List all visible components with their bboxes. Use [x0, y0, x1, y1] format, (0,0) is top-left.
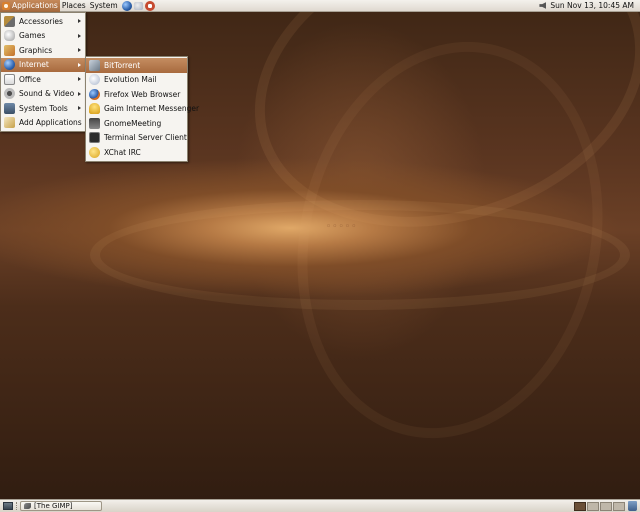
- submenu-arrow-icon: [78, 19, 81, 24]
- menu-item-gaim[interactable]: Gaim Internet Messenger: [86, 102, 199, 117]
- menu-item-accessories[interactable]: Accessories: [1, 14, 85, 29]
- help-icon[interactable]: [144, 0, 155, 11]
- panel-separator: [16, 502, 18, 510]
- firefox-icon: [89, 88, 100, 100]
- menu-item-label: XChat IRC: [104, 147, 141, 157]
- menu-item-sound-video[interactable]: Sound & Video: [1, 87, 85, 102]
- menu-item-system-tools[interactable]: System Tools: [1, 101, 85, 116]
- menu-item-internet[interactable]: Internet: [1, 57, 85, 72]
- menu-item-evolution-mail[interactable]: Evolution Mail: [86, 73, 187, 88]
- gnomemeeting-icon: [89, 117, 100, 129]
- workspace-4[interactable]: [613, 502, 625, 511]
- menu-item-label: Internet: [19, 60, 49, 70]
- notification-area: Sun Nov 13, 10:45 AM: [539, 1, 640, 10]
- submenu-arrow-icon: [78, 62, 81, 67]
- menu-item-label: Firefox Web Browser: [104, 89, 181, 99]
- top-panel: Applications Places System Sun Nov 13, 1…: [0, 0, 640, 12]
- menu-item-label: Sound & Video: [19, 89, 75, 99]
- applications-menu: Accessories Games Graphics Internet Offi…: [0, 12, 86, 132]
- bittorrent-icon: [89, 59, 100, 71]
- submenu-arrow-icon: [78, 77, 81, 82]
- menu-item-label: Accessories: [19, 16, 63, 26]
- workspace-1[interactable]: [574, 502, 586, 511]
- menu-item-label: BitTorrent: [104, 60, 141, 70]
- applications-menu-label: Applications: [12, 0, 58, 10]
- wallpaper-swirl: [261, 13, 639, 467]
- places-menu-button[interactable]: Places: [60, 0, 88, 12]
- menu-item-label: Office: [19, 74, 41, 84]
- desktop[interactable]: ◦◦◦◦◦ Applications Places System Sun Nov…: [0, 0, 640, 512]
- menu-item-label: System Tools: [19, 103, 68, 113]
- applications-menu-button[interactable]: Applications: [0, 0, 60, 12]
- menu-item-terminal-server-client[interactable]: Terminal Server Client: [86, 131, 187, 146]
- menu-item-label: Terminal Server Client: [104, 133, 187, 143]
- submenu-arrow-icon: [78, 91, 81, 96]
- workspace-2[interactable]: [587, 502, 599, 511]
- gimp-icon: [24, 503, 31, 509]
- accessories-icon: [4, 15, 15, 27]
- workspace-3[interactable]: [600, 502, 612, 511]
- add-applications-icon: [4, 117, 15, 129]
- menu-item-office[interactable]: Office: [1, 72, 85, 87]
- wallpaper-logo: ◦◦◦◦◦: [326, 222, 358, 232]
- menu-item-games[interactable]: Games: [1, 29, 85, 44]
- office-icon: [4, 73, 15, 85]
- menu-item-gnomemeeting[interactable]: GnomeMeeting: [86, 116, 187, 131]
- trash-icon[interactable]: [628, 501, 637, 511]
- menu-item-label: Add Applications: [19, 118, 82, 128]
- gnome-foot-icon: [2, 1, 10, 10]
- wallpaper-swirl: [90, 200, 630, 310]
- menu-item-firefox[interactable]: Firefox Web Browser: [86, 87, 187, 102]
- system-menu-button[interactable]: System: [88, 0, 120, 12]
- clock[interactable]: Sun Nov 13, 10:45 AM: [550, 1, 634, 10]
- internet-submenu: BitTorrent Evolution Mail Firefox Web Br…: [85, 56, 199, 162]
- menu-item-add-applications[interactable]: Add Applications: [1, 116, 85, 131]
- taskbar-button-label: [The GIMP]: [34, 502, 73, 510]
- menu-item-label: Gaim Internet Messenger: [104, 104, 200, 114]
- volume-icon[interactable]: [539, 2, 547, 9]
- menu-item-label: GnomeMeeting: [104, 118, 162, 128]
- evolution-mail-icon: [89, 74, 100, 86]
- submenu-arrow-icon: [78, 48, 81, 53]
- bottom-panel: [The GIMP]: [0, 499, 640, 512]
- wallpaper-swirl: [216, 0, 640, 275]
- mail-client-icon[interactable]: [133, 1, 143, 10]
- show-desktop-icon[interactable]: [3, 502, 13, 510]
- places-menu-label: Places: [61, 0, 86, 10]
- internet-icon: [4, 59, 15, 71]
- taskbar-button-gimp[interactable]: [The GIMP]: [20, 501, 102, 511]
- xchat-icon: [89, 146, 100, 158]
- menu-item-label: Graphics: [19, 45, 53, 55]
- system-menu-label: System: [89, 0, 118, 10]
- menu-item-label: Evolution Mail: [104, 75, 157, 85]
- gaim-icon: [89, 103, 100, 115]
- workspace-switcher: [574, 502, 625, 511]
- graphics-icon: [4, 44, 15, 56]
- menu-item-bittorrent[interactable]: BitTorrent: [86, 58, 187, 73]
- submenu-arrow-icon: [78, 106, 81, 111]
- terminal-icon: [89, 132, 100, 144]
- system-tools-icon: [4, 102, 15, 114]
- games-icon: [4, 30, 15, 42]
- web-browser-icon[interactable]: [121, 0, 132, 11]
- menu-item-label: Games: [19, 31, 46, 41]
- menu-item-graphics[interactable]: Graphics: [1, 43, 85, 58]
- menu-item-xchat[interactable]: XChat IRC: [86, 145, 187, 160]
- sound-video-icon: [4, 88, 15, 100]
- submenu-arrow-icon: [78, 33, 81, 38]
